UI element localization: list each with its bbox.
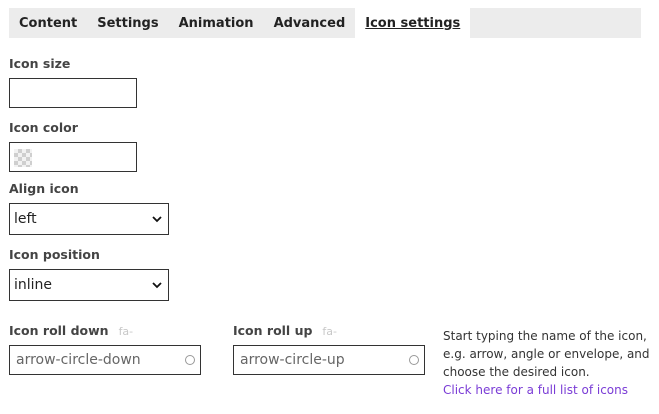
align-icon-label: Align icon: [9, 181, 79, 196]
icon-roll-down-label: Icon roll down fa-: [9, 323, 133, 338]
circle-icon: [409, 355, 419, 365]
circle-icon: [185, 355, 195, 365]
icon-color-input[interactable]: [9, 142, 137, 172]
icon-roll-up-input[interactable]: arrow-circle-up: [233, 345, 425, 375]
fa-prefix-hint: fa-: [322, 325, 338, 338]
icon-roll-up-label: Icon roll up fa-: [233, 323, 337, 338]
color-swatch-icon[interactable]: [14, 149, 32, 167]
chevron-down-icon: [152, 282, 162, 289]
align-icon-value: left: [14, 211, 37, 227]
tab-bar: Content Settings Animation Advanced Icon…: [9, 8, 641, 38]
icon-size-label: Icon size: [9, 56, 71, 71]
fa-prefix-hint: fa-: [118, 325, 134, 338]
tab-content[interactable]: Content: [9, 8, 87, 38]
icon-position-select[interactable]: inline: [9, 269, 169, 301]
icon-roll-down-input[interactable]: arrow-circle-down: [9, 345, 201, 375]
icon-position-label: Icon position: [9, 247, 100, 262]
icon-help-text: Start typing the name of the icon, e.g. …: [443, 327, 658, 399]
icon-roll-down-value: arrow-circle-down: [16, 352, 141, 368]
tab-advanced[interactable]: Advanced: [264, 8, 356, 38]
align-icon-select[interactable]: left: [9, 203, 169, 235]
icon-roll-up-value: arrow-circle-up: [240, 352, 345, 368]
icon-size-input[interactable]: [9, 78, 137, 108]
icon-list-link[interactable]: Click here for a full list of icons: [443, 381, 658, 399]
icon-roll-down-label-text: Icon roll down: [9, 323, 109, 338]
tab-animation[interactable]: Animation: [169, 8, 264, 38]
tab-settings[interactable]: Settings: [87, 8, 168, 38]
icon-color-label: Icon color: [9, 120, 78, 135]
chevron-down-icon: [152, 216, 162, 223]
tab-icon-settings[interactable]: Icon settings: [355, 8, 471, 38]
icon-roll-up-label-text: Icon roll up: [233, 323, 313, 338]
icon-position-value: inline: [14, 277, 53, 293]
icon-help-description: Start typing the name of the icon, e.g. …: [443, 329, 650, 379]
